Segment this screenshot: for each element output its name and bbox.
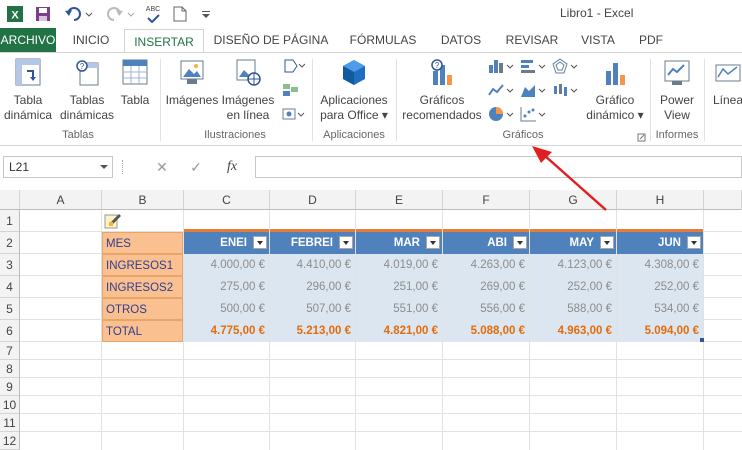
annotation-arrow-icon	[532, 146, 607, 211]
